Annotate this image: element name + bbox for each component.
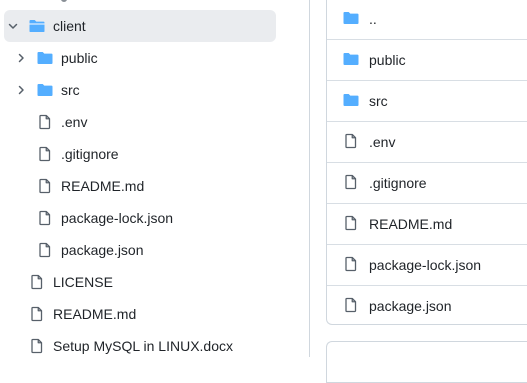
directory-listing: .. public src .env .gitignore README.md — [326, 0, 527, 325]
tree-item-client[interactable]: client — [4, 10, 276, 42]
tree-item-package[interactable]: package.json — [4, 234, 276, 266]
listing-row-env[interactable]: .env — [327, 121, 527, 163]
tree-item-gitignore[interactable]: .gitignore — [4, 138, 276, 170]
tree-item-readme[interactable]: README.md — [4, 170, 276, 202]
listing-row-label[interactable]: README.md — [369, 216, 452, 232]
listing-row-label[interactable]: .. — [369, 11, 377, 27]
tree-item-label: src — [61, 82, 80, 98]
tree-item-env[interactable]: .env — [4, 106, 276, 138]
file-icon — [37, 242, 53, 258]
file-tree: client public src .env .gitignore README… — [0, 0, 296, 371]
tree-item-setup-mysql[interactable]: Setup MySQL in LINUX.docx — [4, 330, 276, 362]
tree-item-label: README.md — [61, 178, 145, 194]
tree-item-label: LICENSE — [53, 274, 113, 290]
listing-row-label[interactable]: package.json — [369, 298, 452, 314]
chevron-right-icon[interactable] — [15, 52, 27, 64]
file-icon — [37, 146, 53, 162]
sidebar-divider[interactable] — [309, 0, 310, 357]
folder-icon — [30, 0, 46, 5]
partial-text — [61, 0, 67, 2]
listing-row-label[interactable]: .env — [369, 134, 395, 150]
file-icon — [29, 306, 45, 322]
listing-row-label[interactable]: src — [369, 93, 388, 109]
file-icon — [29, 274, 45, 290]
file-icon — [343, 256, 359, 272]
listing-row-label[interactable]: public — [369, 52, 406, 68]
tree-item-label: README.md — [53, 306, 137, 322]
file-icon — [37, 178, 53, 194]
tree-item-root-readme[interactable]: README.md — [4, 298, 276, 330]
listing-row-package-lock[interactable]: package-lock.json — [327, 244, 527, 286]
tree-item-label: Setup MySQL in LINUX.docx — [53, 338, 234, 354]
tree-item-public[interactable]: public — [4, 42, 276, 74]
listing-row-readme[interactable]: README.md — [327, 203, 527, 245]
tree-item-label: .env — [61, 114, 88, 130]
file-icon — [37, 210, 53, 226]
chevron-right-icon[interactable] — [15, 84, 27, 96]
listing-row-gitignore[interactable]: .gitignore — [327, 162, 527, 204]
file-icon — [343, 133, 359, 149]
tree-item-license[interactable]: LICENSE — [4, 266, 276, 298]
file-icon — [37, 114, 53, 130]
folder-icon — [343, 51, 359, 67]
file-icon — [29, 338, 45, 354]
tree-item-src[interactable]: src — [4, 74, 276, 106]
listing-row-src[interactable]: src — [327, 80, 527, 122]
listing-row-public[interactable]: public — [327, 39, 527, 81]
folder-icon — [343, 92, 359, 108]
folder-icon — [37, 82, 53, 98]
folder-icon — [343, 10, 359, 26]
file-icon — [343, 174, 359, 190]
file-icon — [343, 297, 359, 313]
tree-item-package-lock[interactable]: package-lock.json — [4, 202, 276, 234]
folder-icon — [37, 50, 53, 66]
listing-row-package[interactable]: package.json — [327, 285, 527, 326]
file-icon — [343, 215, 359, 231]
tree-item-label: .gitignore — [61, 146, 119, 162]
tree-item-label: public — [61, 50, 98, 66]
listing-row-parent[interactable]: .. — [327, 0, 527, 40]
chevron-down-icon[interactable] — [7, 20, 19, 32]
tree-item-label: client — [53, 18, 86, 34]
readme-panel — [326, 341, 527, 383]
folder-open-icon — [29, 18, 45, 34]
listing-row-label[interactable]: .gitignore — [369, 175, 427, 191]
tree-item-label: package-lock.json — [61, 210, 174, 226]
listing-row-label[interactable]: package-lock.json — [369, 257, 481, 273]
tree-item-label: package.json — [61, 242, 144, 258]
